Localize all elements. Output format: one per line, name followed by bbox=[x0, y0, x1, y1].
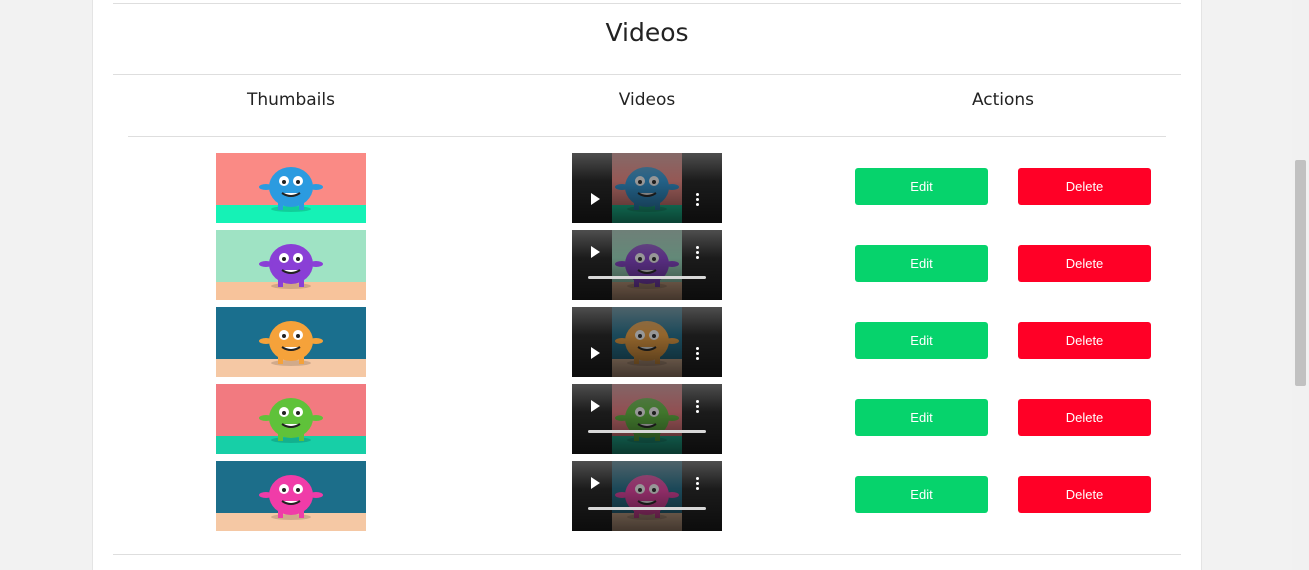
video-thumbnail bbox=[216, 307, 366, 377]
table-row: Edit Delete bbox=[93, 384, 1201, 454]
video-player[interactable] bbox=[572, 230, 722, 300]
page-title: Videos bbox=[605, 18, 689, 47]
column-header-thumbnails: Thumbails bbox=[246, 90, 335, 110]
video-player[interactable] bbox=[572, 153, 722, 223]
more-options-icon[interactable] bbox=[696, 477, 700, 492]
delete-button[interactable]: Delete bbox=[1018, 476, 1151, 513]
video-player[interactable] bbox=[572, 384, 722, 454]
divider-bottom bbox=[113, 554, 1181, 555]
edit-button[interactable]: Edit bbox=[855, 245, 988, 282]
video-overlay bbox=[572, 461, 722, 531]
video-progress-bar[interactable] bbox=[588, 507, 706, 510]
table-row: Edit Delete bbox=[93, 153, 1201, 223]
video-overlay bbox=[572, 307, 722, 377]
delete-button[interactable]: Delete bbox=[1018, 168, 1151, 205]
video-player[interactable] bbox=[572, 461, 722, 531]
play-icon[interactable] bbox=[591, 193, 600, 205]
table-row: Edit Delete bbox=[93, 461, 1201, 531]
videos-panel: Videos Thumbails Videos Actions Edit Dele… bbox=[92, 0, 1202, 570]
delete-button[interactable]: Delete bbox=[1018, 322, 1151, 359]
video-thumbnail bbox=[216, 153, 366, 223]
divider-top bbox=[113, 3, 1181, 4]
video-player[interactable] bbox=[572, 307, 722, 377]
edit-button[interactable]: Edit bbox=[855, 322, 988, 359]
scrollbar-thumb[interactable] bbox=[1295, 160, 1306, 386]
video-overlay bbox=[572, 153, 722, 223]
play-icon[interactable] bbox=[591, 347, 600, 359]
video-overlay bbox=[572, 384, 722, 454]
column-header-actions: Actions bbox=[971, 90, 1035, 110]
table-row: Edit Delete bbox=[93, 230, 1201, 300]
edit-button[interactable]: Edit bbox=[855, 476, 988, 513]
video-thumbnail bbox=[216, 384, 366, 454]
more-options-icon[interactable] bbox=[696, 347, 700, 362]
delete-button[interactable]: Delete bbox=[1018, 399, 1151, 436]
divider-title bbox=[113, 74, 1181, 75]
more-options-icon[interactable] bbox=[696, 246, 700, 261]
video-overlay bbox=[572, 230, 722, 300]
play-icon[interactable] bbox=[591, 400, 600, 412]
page-scrollbar[interactable] bbox=[1292, 0, 1309, 570]
column-header-videos: Videos bbox=[618, 90, 676, 110]
more-options-icon[interactable] bbox=[696, 400, 700, 415]
table-row: Edit Delete bbox=[93, 307, 1201, 377]
video-progress-bar[interactable] bbox=[588, 430, 706, 433]
edit-button[interactable]: Edit bbox=[855, 399, 988, 436]
delete-button[interactable]: Delete bbox=[1018, 245, 1151, 282]
video-thumbnail bbox=[216, 230, 366, 300]
edit-button[interactable]: Edit bbox=[855, 168, 988, 205]
video-progress-bar[interactable] bbox=[588, 276, 706, 279]
play-icon[interactable] bbox=[591, 246, 600, 258]
divider-header bbox=[128, 136, 1166, 137]
more-options-icon[interactable] bbox=[696, 193, 700, 208]
play-icon[interactable] bbox=[591, 477, 600, 489]
video-thumbnail bbox=[216, 461, 366, 531]
